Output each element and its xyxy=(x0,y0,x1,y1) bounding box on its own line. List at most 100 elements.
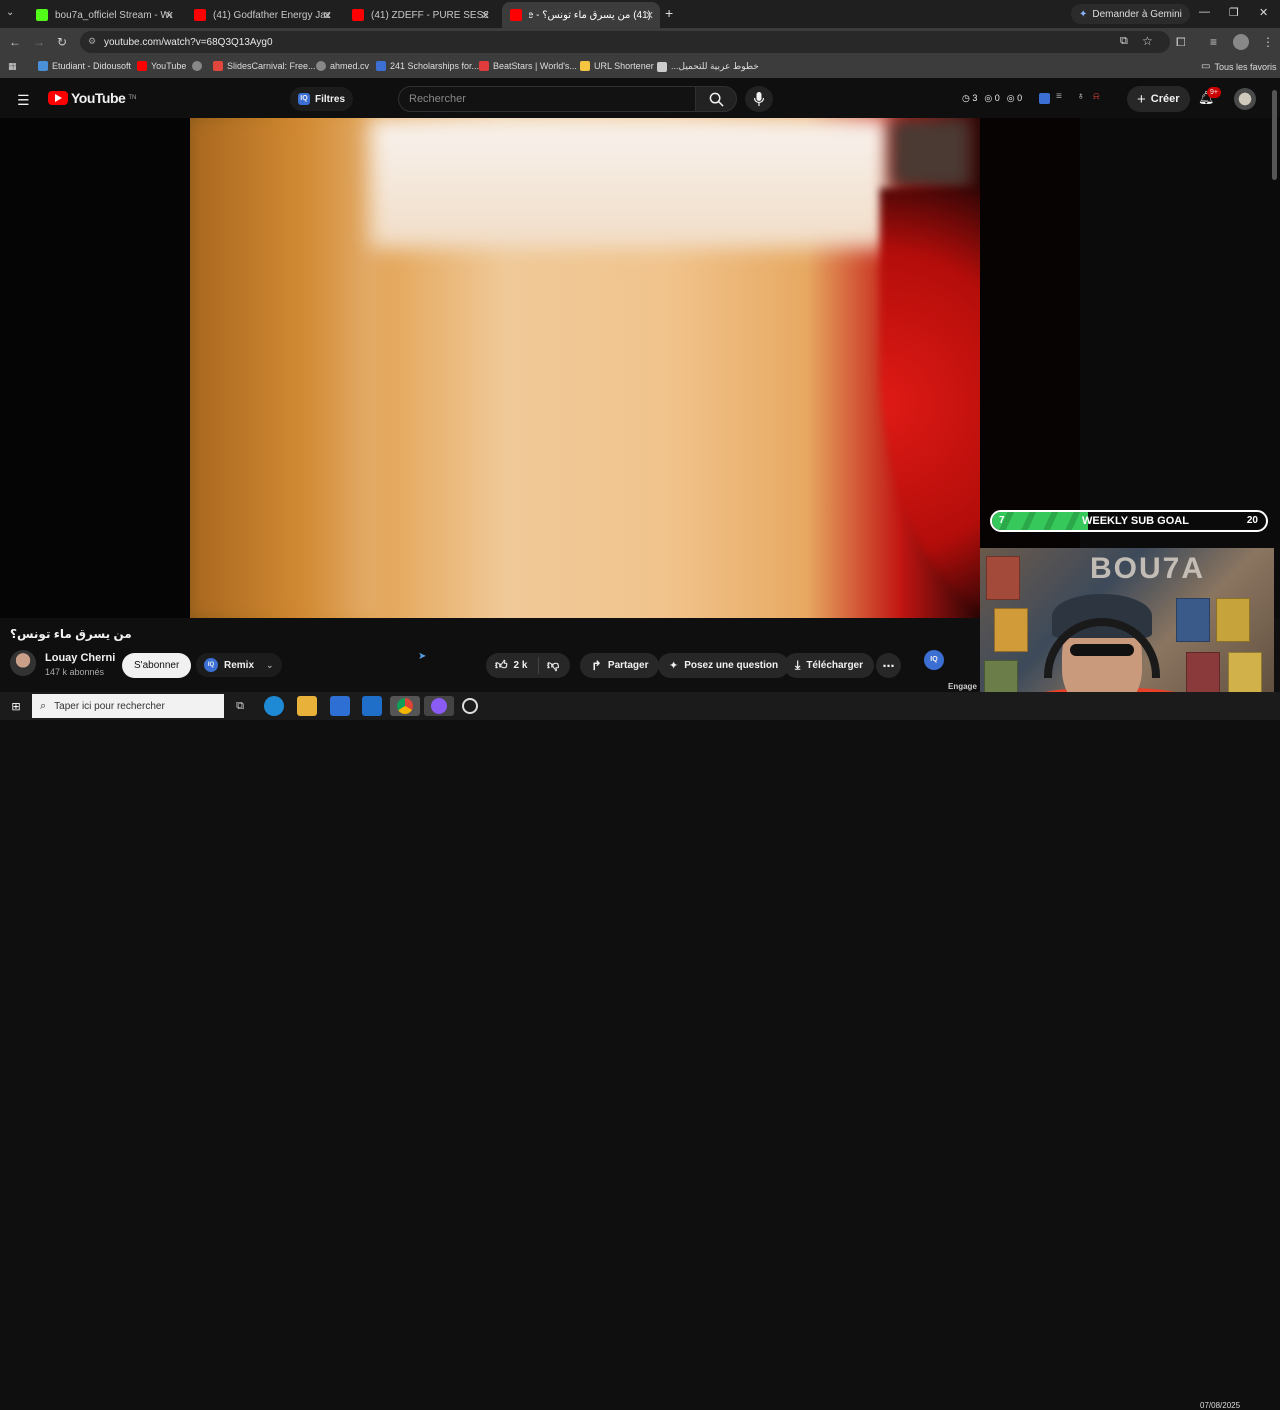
task-view-icon[interactable]: ⧉ xyxy=(230,696,250,716)
voice-search-button[interactable] xyxy=(745,86,773,112)
video-player[interactable] xyxy=(190,118,980,618)
divider xyxy=(538,657,539,674)
weekly-sub-goal-bar: 7 WEEKLY SUB GOAL 20 xyxy=(990,510,1268,532)
beatstars-icon xyxy=(479,61,489,71)
search-button[interactable] xyxy=(695,86,737,112)
wall-poster xyxy=(986,556,1020,600)
iq-extension-icon[interactable] xyxy=(1039,93,1050,104)
hamburger-menu-icon[interactable]: ☰ xyxy=(17,92,30,109)
address-bar[interactable]: ⚙ youtube.com/watch?v=68Q3Q13Ayg0 ⧉ ☆ xyxy=(80,31,1170,53)
extensions-icon[interactable]: ⧠ xyxy=(1176,35,1186,50)
outlook-icon[interactable] xyxy=(362,696,382,716)
subscribe-button[interactable]: S'abonner xyxy=(122,653,192,678)
search-icon xyxy=(709,92,724,107)
gemini-button[interactable]: ✦ Demander à Gemini xyxy=(1071,4,1190,24)
chrome-taskbar-button[interactable] xyxy=(390,696,420,716)
engage-label: Engage xyxy=(948,682,977,691)
browser-tab-3[interactable]: (41) ZDEFF - PURE SESSION (Li ✕ xyxy=(344,2,496,28)
tab-search-icon[interactable]: ⌄ xyxy=(6,7,14,18)
microphone-icon xyxy=(754,92,764,106)
bookmark-item[interactable]: ahmed.cv xyxy=(316,61,369,71)
windows-start-icon[interactable]: ⊞ xyxy=(6,696,26,716)
search-placeholder: Rechercher xyxy=(409,93,466,105)
browser-tab-2[interactable]: (41) Godfather Energy Jazz | Ol ✕ xyxy=(186,2,338,28)
video-frame-sky xyxy=(370,118,890,248)
close-tab-icon[interactable]: ✕ xyxy=(645,9,654,22)
bookmark-item[interactable]: YouTube xyxy=(137,61,186,71)
thumbs-down-icon[interactable]: 👎︎ xyxy=(547,658,559,673)
thumbs-up-icon: 👍︎ xyxy=(495,658,508,672)
profile-avatar[interactable] xyxy=(1233,34,1249,50)
search-input[interactable]: Rechercher xyxy=(398,86,696,112)
file-explorer-icon[interactable] xyxy=(297,696,317,716)
list-extension-icon[interactable]: ≡ xyxy=(1056,91,1062,102)
channel-avatar[interactable] xyxy=(10,650,36,676)
new-tab-icon[interactable]: + xyxy=(665,5,673,21)
webcam-wall-sign: BOU7A xyxy=(1090,552,1206,585)
bookmark-favicon-icon xyxy=(38,61,48,71)
remix-button[interactable]: IQ Remix ⌄ xyxy=(196,653,282,677)
browser-tab-active[interactable]: (41) من يسرق ماء تونس؟ - YouTube ✕ xyxy=(502,2,660,28)
tab-label: (41) Godfather Energy Jazz | Ol xyxy=(213,9,330,21)
close-window-icon[interactable]: ✕ xyxy=(1259,6,1268,19)
all-bookmarks-folder[interactable]: ▭ Tous les favoris xyxy=(1201,61,1276,72)
bookmark-star-icon[interactable]: ☆ xyxy=(1142,34,1153,48)
bookmark-item[interactable]: Etudiant - Didousoft xyxy=(38,61,131,71)
channel-name[interactable]: Louay Cherni xyxy=(45,652,115,664)
taskbar-search-placeholder: Taper ici pour rechercher xyxy=(54,700,165,712)
bookmark-favicon-icon xyxy=(657,61,667,72)
filters-button[interactable]: IQ Filtres xyxy=(290,87,354,111)
taskbar-search[interactable]: ⌕ Taper ici pour rechercher xyxy=(32,694,224,718)
edge-icon[interactable] xyxy=(264,696,284,716)
page-scrollbar[interactable] xyxy=(1272,90,1277,180)
kick-favicon-icon xyxy=(36,9,48,21)
bookmark-item[interactable]: SlidesCarnival: Free... xyxy=(213,61,316,71)
minimize-icon[interactable]: — xyxy=(1199,6,1210,18)
restore-icon[interactable]: ❐ xyxy=(1229,6,1239,19)
download-button[interactable]: ⤓ Télécharger xyxy=(784,653,875,678)
bookmark-label: BeatStars | World's... xyxy=(493,61,577,71)
share-button[interactable]: ↱ Partager xyxy=(580,653,660,678)
bookmark-item[interactable]: خطوط عربية للتحميل... xyxy=(657,61,759,72)
forward-icon[interactable]: → xyxy=(33,35,45,49)
wall-poster xyxy=(1176,598,1210,642)
install-app-icon[interactable]: ⧉ xyxy=(1120,35,1128,48)
chevron-down-icon[interactable]: ⌄ xyxy=(266,660,274,671)
bookmark-label: Etudiant - Didousoft xyxy=(52,61,132,71)
tab-label: (41) ZDEFF - PURE SESSION (Li xyxy=(371,9,488,21)
reload-icon[interactable]: ↻ xyxy=(57,35,67,49)
create-button[interactable]: + Créer xyxy=(1127,86,1190,112)
slidescarnival-icon xyxy=(213,61,223,71)
chrome-menu-icon[interactable]: ⋮ xyxy=(1262,35,1274,49)
sub-goal-current: 7 xyxy=(999,515,1005,526)
close-tab-icon[interactable]: ✕ xyxy=(323,9,332,22)
award-extension-icon[interactable]: ♁ xyxy=(1077,91,1085,102)
bell-slash-extension-icon[interactable]: ⍾ xyxy=(1093,91,1100,102)
youtube-logo[interactable]: YouTube TN xyxy=(48,90,136,106)
youtube-favicon-icon xyxy=(137,61,147,71)
video-frame-left xyxy=(190,118,380,618)
video-frame-red xyxy=(880,188,980,618)
site-info-icon[interactable]: ⚙ xyxy=(88,36,96,47)
obs-icon[interactable] xyxy=(460,696,480,716)
bookmark-item[interactable]: URL Shortener xyxy=(580,61,654,71)
iq-extension-button[interactable]: IQ xyxy=(924,650,944,670)
reading-list-icon[interactable]: ≡ xyxy=(1210,35,1217,49)
bookmark-item[interactable]: BeatStars | World's... xyxy=(479,61,577,71)
discord-taskbar-button[interactable] xyxy=(424,696,454,716)
like-button[interactable]: 👍︎ 2 k xyxy=(495,658,527,673)
account-avatar[interactable] xyxy=(1234,88,1256,110)
bookmark-item[interactable] xyxy=(192,61,202,71)
close-tab-icon[interactable]: ✕ xyxy=(481,9,490,22)
bookmark-label: Tous les favoris xyxy=(1214,61,1277,72)
close-tab-icon[interactable]: ✕ xyxy=(165,9,174,22)
wall-poster xyxy=(1228,652,1262,696)
sub-goal-target: 20 xyxy=(1246,515,1258,526)
bookmark-item[interactable]: 241 Scholarships for... xyxy=(376,61,479,71)
back-icon[interactable]: ← xyxy=(9,35,21,49)
ask-question-button[interactable]: ✦ Posez une question xyxy=(658,653,790,678)
apps-grid-icon[interactable]: ▦ xyxy=(8,61,17,72)
more-actions-button[interactable]: ⋯ xyxy=(876,653,901,678)
browser-tab-1[interactable]: bou7a_officiel Stream - Watch l ✕ xyxy=(28,2,180,28)
store-icon[interactable] xyxy=(330,696,350,716)
